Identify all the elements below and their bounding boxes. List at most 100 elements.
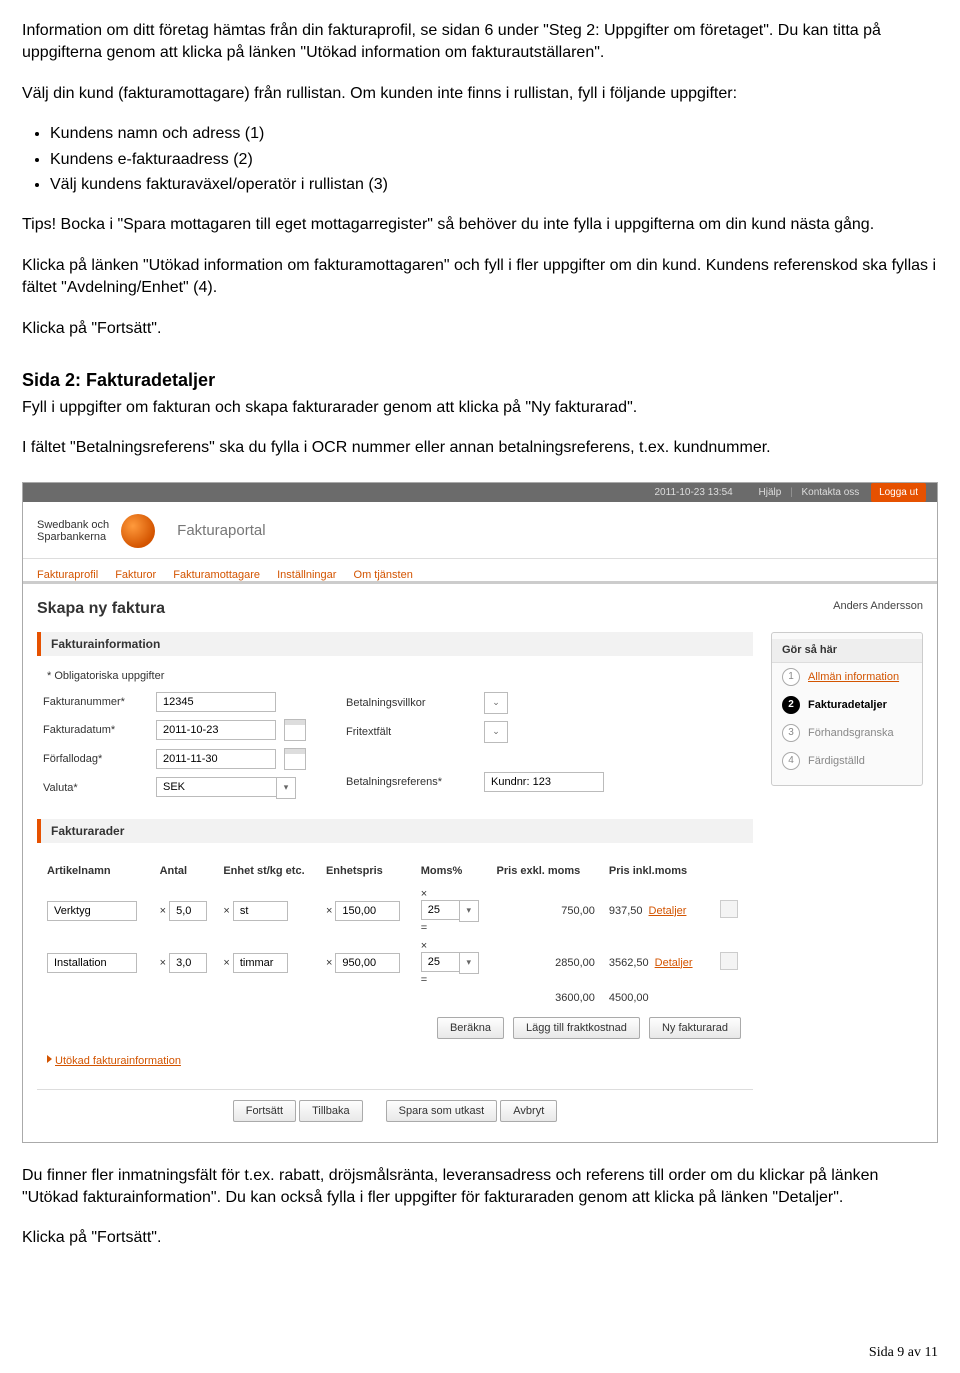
total-excl: 3600,00 <box>493 989 605 1007</box>
delete-row-icon[interactable] <box>720 952 738 970</box>
unit-input[interactable] <box>233 953 288 973</box>
doc-bullet-list: Kundens namn och adress (1) Kundens e-fa… <box>50 123 938 196</box>
panel-header-info: Fakturainformation <box>37 632 753 656</box>
back-button[interactable]: Tillbaka <box>299 1100 363 1122</box>
details-link[interactable]: Detaljer <box>655 957 693 969</box>
add-shipping-button[interactable]: Lägg till fraktkostnad <box>513 1017 640 1039</box>
col-article: Artikelnamn <box>43 859 156 885</box>
brand-name: Swedbank och Sparbankerna <box>37 519 109 543</box>
doc-heading: Sida 2: Fakturadetaljer <box>22 370 938 391</box>
list-item: Välj kundens fakturaväxel/operatör i rul… <box>50 174 938 196</box>
totals-row: 3600,00 4500,00 <box>43 989 747 1007</box>
currency-select[interactable] <box>156 777 276 797</box>
due-date-input[interactable] <box>156 749 276 769</box>
col-excl: Pris exkl. moms <box>493 859 605 885</box>
page-footer: Sida 9 av 11 <box>869 1345 938 1361</box>
price-excl: 750,00 <box>493 885 605 937</box>
article-input[interactable] <box>47 953 137 973</box>
steps-sidebar: Gör så här 1Allmän information 2Fakturad… <box>771 632 923 786</box>
label-invoice-no: Fakturanummer* <box>43 696 148 708</box>
doc-paragraph: Fyll i uppgifter om fakturan och skapa f… <box>22 397 938 419</box>
qty-input[interactable] <box>169 901 207 921</box>
unitprice-input[interactable] <box>335 953 400 973</box>
expand-icon[interactable]: ⌄ <box>484 721 508 743</box>
qty-input[interactable] <box>169 953 207 973</box>
label-invoice-date: Fakturadatum* <box>43 724 148 736</box>
details-link[interactable]: Detaljer <box>649 905 687 917</box>
label-currency: Valuta* <box>43 782 148 794</box>
step-3: 3Förhandsgranska <box>772 719 922 747</box>
nav-tab-fakturamottagare[interactable]: Fakturamottagare <box>173 569 260 581</box>
doc-paragraph: Du finner fler inmatningsfält för t.ex. … <box>22 1165 938 1210</box>
brand-line: Sparbankerna <box>37 531 109 543</box>
calendar-icon[interactable] <box>284 719 306 741</box>
datetime-text: 2011-10-23 13:54 <box>655 487 733 498</box>
price-excl: 2850,00 <box>493 937 605 989</box>
label-freetext: Fritextfält <box>346 726 476 738</box>
doc-paragraph: Välj din kund (fakturamottagare) från ru… <box>22 83 938 105</box>
col-incl: Pris inkl.moms <box>605 859 710 885</box>
col-amount: Antal <box>156 859 220 885</box>
sidebar-title: Gör så här <box>772 639 922 663</box>
logout-button[interactable]: Logga ut <box>871 483 926 502</box>
page-title: Skapa ny faktura <box>37 600 923 618</box>
expand-icon[interactable]: ⌄ <box>484 692 508 714</box>
table-row: × × × × ▾ = 750,00 937,50Detaljer <box>43 885 747 937</box>
chevron-down-icon[interactable]: ▾ <box>459 952 479 974</box>
vat-select[interactable] <box>421 952 459 972</box>
top-utility-bar: 2011-10-23 13:54 Hjälp | Kontakta oss Lo… <box>23 483 937 502</box>
logged-in-user: Anders Andersson <box>833 600 923 612</box>
brand-line: Swedbank och <box>37 519 109 531</box>
nav-tab-om-tjansten[interactable]: Om tjänsten <box>354 569 413 581</box>
save-draft-button[interactable]: Spara som utkast <box>386 1100 498 1122</box>
cancel-button[interactable]: Avbryt <box>500 1100 557 1122</box>
doc-paragraph: Klicka på "Fortsätt". <box>22 318 938 340</box>
divider: | <box>790 487 793 498</box>
primary-nav: Fakturaprofil Fakturor Fakturamottagare … <box>23 559 937 584</box>
col-unitprice: Enhetspris <box>322 859 417 885</box>
list-item: Kundens namn och adress (1) <box>50 123 938 145</box>
new-row-button[interactable]: Ny fakturarad <box>649 1017 741 1039</box>
brand-logo-icon <box>121 514 155 548</box>
article-input[interactable] <box>47 901 137 921</box>
portal-title: Fakturaportal <box>177 522 265 539</box>
triangle-right-icon <box>47 1055 52 1063</box>
unit-input[interactable] <box>233 901 288 921</box>
brand-bar: Swedbank och Sparbankerna Fakturaportal <box>23 502 937 559</box>
table-row: × × × × ▾ = 2850,00 3562,50Detaljer <box>43 937 747 989</box>
help-link[interactable]: Hjälp <box>759 487 782 498</box>
continue-button[interactable]: Fortsätt <box>233 1100 296 1122</box>
price-incl: 3562,50 <box>609 957 649 969</box>
doc-paragraph: Klicka på länken "Utökad information om … <box>22 255 938 300</box>
col-unit: Enhet st/kg etc. <box>219 859 322 885</box>
label-payment-ref: Betalningsreferens* <box>346 776 476 788</box>
payment-reference-input[interactable] <box>484 772 604 792</box>
delete-row-icon[interactable] <box>720 900 738 918</box>
nav-tab-fakturor[interactable]: Fakturor <box>115 569 156 581</box>
calendar-icon[interactable] <box>284 748 306 770</box>
label-payment-terms: Betalningsvillkor <box>346 697 476 709</box>
calculate-button[interactable]: Beräkna <box>437 1017 504 1039</box>
mandatory-hint: * Obligatoriska uppgifter <box>47 670 747 682</box>
chevron-down-icon[interactable]: ▾ <box>459 900 479 922</box>
vat-select[interactable] <box>421 900 459 920</box>
doc-paragraph: Tips! Bocka i "Spara mottagaren till ege… <box>22 214 938 236</box>
total-incl: 4500,00 <box>605 989 710 1007</box>
price-incl: 937,50 <box>609 905 643 917</box>
step-1[interactable]: 1Allmän information <box>772 663 922 691</box>
unitprice-input[interactable] <box>335 901 400 921</box>
nav-tab-fakturaprofil[interactable]: Fakturaprofil <box>37 569 98 581</box>
nav-tab-installningar[interactable]: Inställningar <box>277 569 336 581</box>
contact-link[interactable]: Kontakta oss <box>801 487 859 498</box>
doc-paragraph: Information om ditt företag hämtas från … <box>22 20 938 65</box>
invoice-date-input[interactable] <box>156 720 276 740</box>
label-due-date: Förfallodag* <box>43 753 148 765</box>
step-4: 4Färdigställd <box>772 747 922 775</box>
invoice-number-input[interactable] <box>156 692 276 712</box>
col-vat: Moms% <box>417 859 493 885</box>
chevron-down-icon[interactable]: ▾ <box>276 777 296 799</box>
app-screenshot: 2011-10-23 13:54 Hjälp | Kontakta oss Lo… <box>22 482 938 1143</box>
doc-paragraph: I fältet "Betalningsreferens" ska du fyl… <box>22 437 938 459</box>
doc-paragraph: Klicka på "Fortsätt". <box>22 1227 938 1249</box>
extended-info-link[interactable]: Utökad fakturainformation <box>47 1055 181 1067</box>
